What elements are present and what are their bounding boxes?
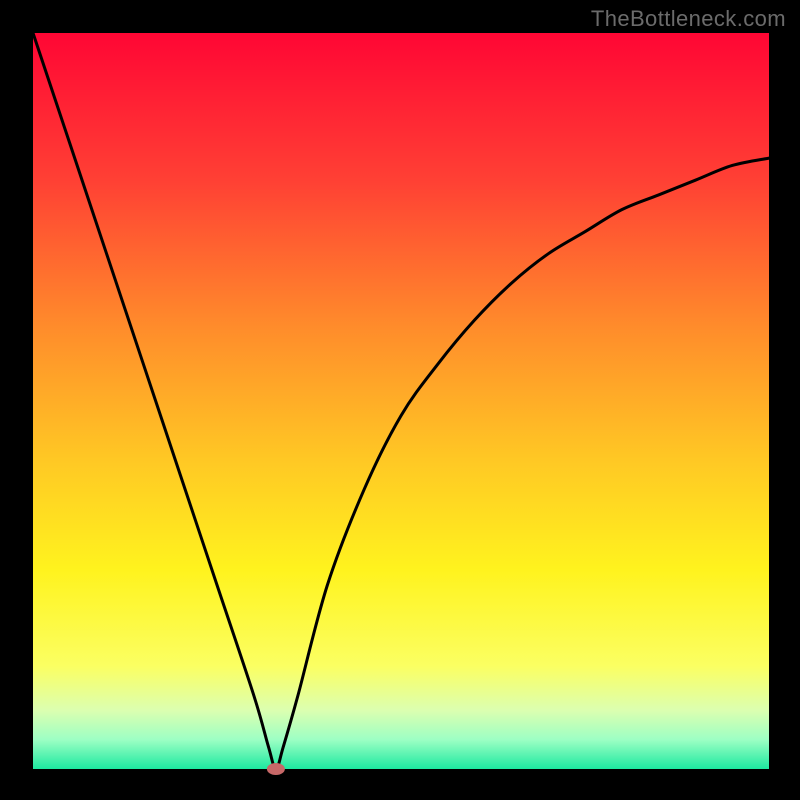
- plot-background: [33, 33, 769, 769]
- bottleneck-chart: [0, 0, 800, 800]
- minimum-marker: [267, 763, 285, 775]
- chart-container: TheBottleneck.com: [0, 0, 800, 800]
- watermark-text: TheBottleneck.com: [591, 6, 786, 32]
